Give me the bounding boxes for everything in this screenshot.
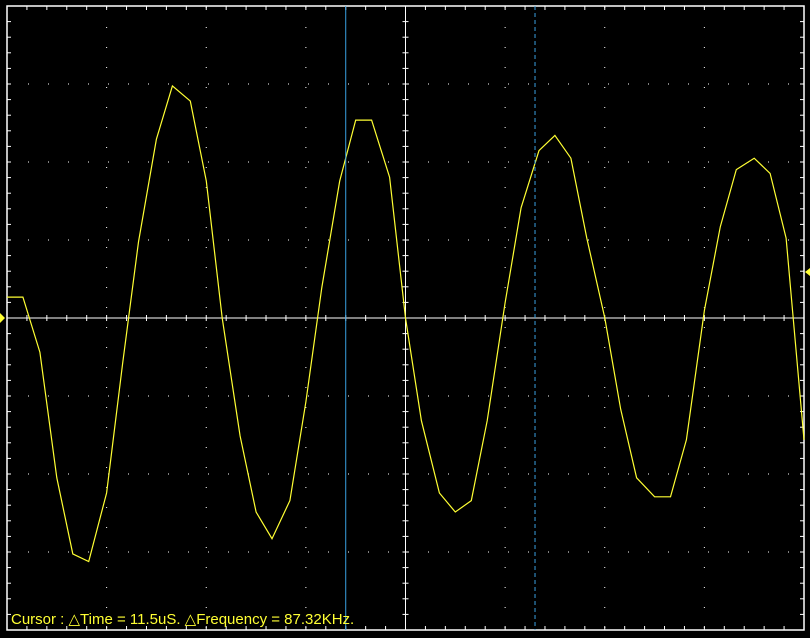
oscilloscope-screen — [0, 0, 810, 638]
cursor-readout: Cursor : △Time = 11.5uS. △Frequency = 87… — [11, 611, 355, 628]
